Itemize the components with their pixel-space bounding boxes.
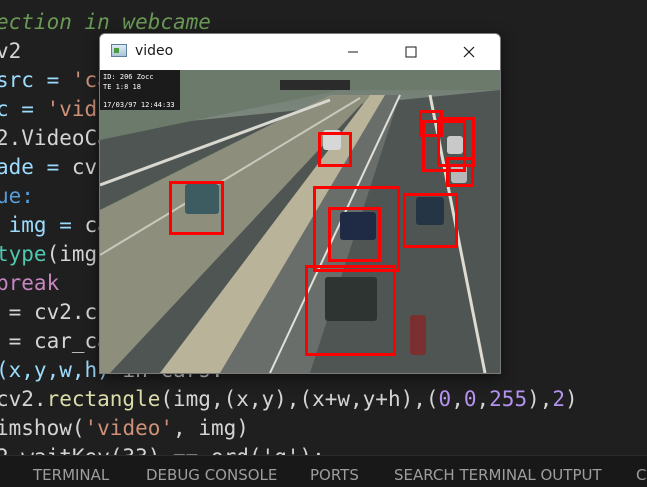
code-token: 0	[463, 387, 477, 411]
app-icon	[111, 44, 127, 57]
code-token: c =	[0, 97, 47, 121]
cyclist	[410, 315, 426, 355]
code-token: =	[8, 300, 22, 324]
tab-more[interactable]: C	[636, 466, 646, 484]
panel-tab-bar: TERMINAL DEBUG CONSOLE PORTS SEARCH TERM…	[0, 455, 647, 487]
code-line: v2	[0, 37, 21, 66]
code-token: 'video'	[84, 416, 174, 440]
close-icon	[463, 46, 475, 58]
close-button[interactable]	[446, 34, 492, 70]
code-token: src =	[0, 68, 72, 92]
code-line: 2.VideoCa	[0, 124, 110, 153]
code-token: 2.waitKey(33) == ord('q'):	[0, 445, 325, 455]
svg-text:17/03/97 12:44:33: 17/03/97 12:44:33	[103, 101, 175, 109]
code-line: break	[0, 269, 59, 298]
code-token: v2	[0, 39, 22, 63]
code-token: (img	[46, 242, 98, 266]
tab-terminal[interactable]: TERMINAL	[33, 466, 109, 484]
code-line: ade = cv	[0, 153, 97, 182]
detection-box	[328, 207, 381, 262]
code-line: c = 'vid	[0, 95, 97, 124]
video-frame: ID: 206 Zocc TE 1:8 18 17/03/97 12:44:33	[100, 70, 500, 373]
code-token: ,	[451, 387, 464, 411]
detection-box	[318, 132, 352, 167]
code-line: = cv2.c	[0, 298, 98, 327]
minimize-button[interactable]	[330, 34, 376, 70]
code-token: 255	[489, 387, 528, 411]
svg-text:TE 1:8 18: TE 1:8 18	[103, 83, 141, 91]
code-token: cv	[71, 155, 98, 179]
detection-box	[305, 265, 396, 356]
window-titlebar[interactable]: video	[100, 34, 500, 70]
minimize-icon	[348, 51, 358, 53]
code-token: img =	[0, 213, 85, 237]
video-window[interactable]: video ID: 206 Zocc TE 1:8 18 17/03/97 12…	[99, 33, 501, 374]
svg-text:ID: 206 Zocc: ID: 206 Zocc	[103, 73, 154, 81]
code-token: , img)	[173, 416, 249, 440]
code-token: 'vid	[46, 97, 98, 121]
tab-search-terminal-output[interactable]: SEARCH TERMINAL OUTPUT	[394, 466, 602, 484]
code-token: break	[0, 271, 60, 295]
code-line: src = 'ca	[0, 66, 110, 95]
code-token: ),	[527, 387, 553, 411]
code-token: cv2.	[0, 387, 47, 411]
code-token: ade =	[0, 155, 72, 179]
code-line: type(img	[0, 240, 97, 269]
code-line: imshow('video', img)	[0, 414, 249, 443]
code-token: =	[8, 329, 22, 353]
tab-ports[interactable]: PORTS	[310, 466, 359, 484]
code-line: img = ca	[0, 211, 110, 240]
detection-box	[446, 157, 474, 187]
window-title: video	[135, 43, 174, 59]
code-line: 2.waitKey(33) == ord('q'):	[0, 443, 325, 455]
detection-box	[403, 193, 458, 248]
code-token: cv2.c	[33, 300, 98, 324]
code-token: 2.VideoCa	[0, 126, 110, 150]
code-token: rectangle	[46, 387, 161, 411]
detection-box	[169, 181, 224, 235]
code-line: cv2.rectangle(img,(x,y),(x+w,y+h),(0,0,2…	[0, 385, 578, 414]
code-line: ue:	[0, 182, 34, 211]
maximize-icon	[405, 46, 417, 58]
code-token: ection in webcame	[0, 10, 211, 34]
code-token: ue:	[0, 184, 34, 208]
maximize-button[interactable]	[388, 34, 434, 70]
code-token: type	[0, 242, 47, 266]
code-token: imshow(	[0, 416, 85, 440]
code-token: )	[565, 387, 578, 411]
code-token: ,	[476, 387, 490, 411]
code-token: 2	[552, 387, 566, 411]
code-token: (img,(x,y),(x+w,y+h),(	[160, 387, 439, 411]
tab-debug-console[interactable]: DEBUG CONSOLE	[146, 466, 277, 484]
code-token: 0	[438, 387, 452, 411]
